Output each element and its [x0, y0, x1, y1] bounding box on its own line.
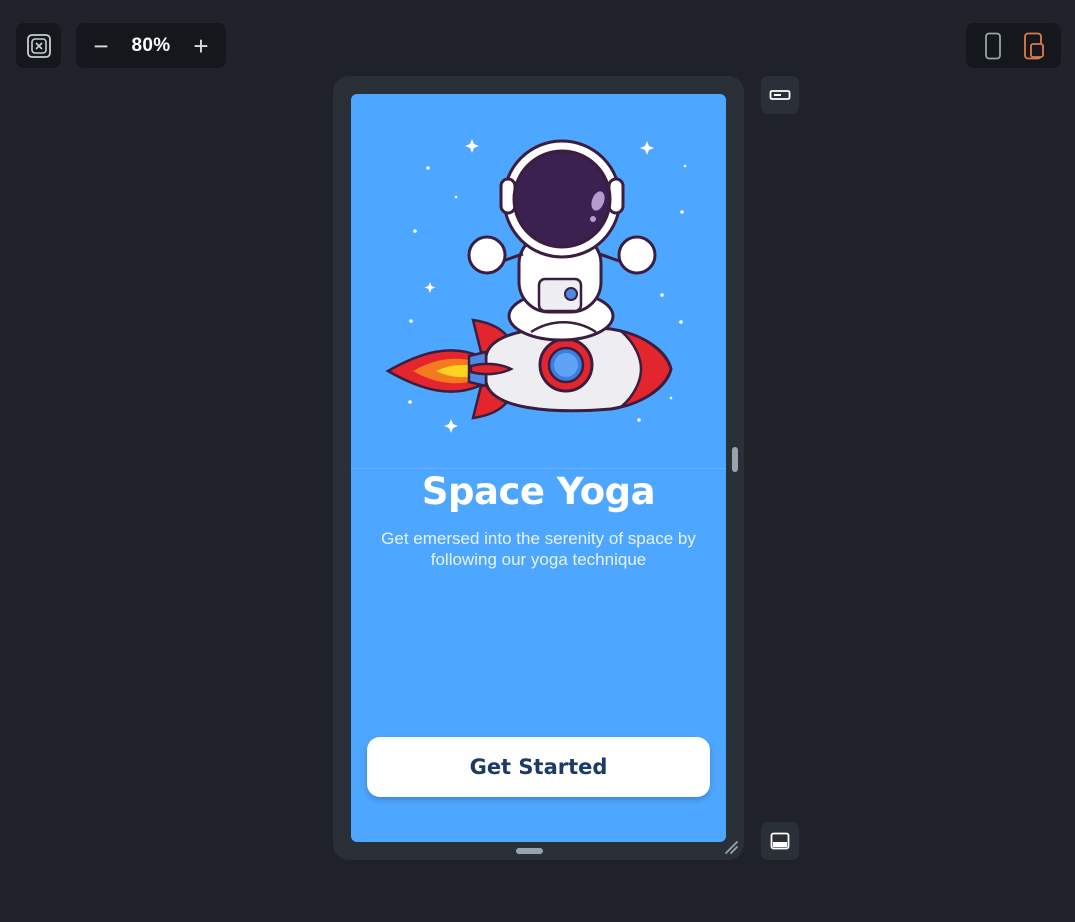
fit-screen-button[interactable] [16, 23, 61, 68]
tablet-icon [1024, 32, 1045, 59]
scroll-handle[interactable] [732, 447, 738, 472]
rotate-landscape-button[interactable] [761, 76, 799, 114]
device-switcher [966, 23, 1061, 68]
zoom-in-button[interactable]: + [186, 33, 216, 59]
keyboard-toggle-button[interactable] [761, 822, 799, 860]
zoom-level: 80% [131, 34, 171, 56]
keyboard-toggle-icon [770, 832, 790, 850]
device-phone-button[interactable] [975, 28, 1011, 64]
get-started-button[interactable]: Get Started [367, 737, 710, 797]
hero-divider [351, 468, 726, 469]
zoom-control: − 80% + [76, 23, 226, 68]
phone-icon [984, 32, 1001, 59]
device-tablet-button[interactable] [1016, 28, 1052, 64]
page-title: Space Yoga [421, 470, 656, 513]
astronaut-rocket-illustration [385, 139, 687, 433]
landscape-icon [769, 90, 791, 100]
app-screen: Space Yoga Get emersed into the serenity… [351, 94, 726, 842]
command-icon [26, 33, 51, 58]
page-subtitle: Get emersed into the serenity of space b… [381, 529, 696, 569]
resize-corner-icon[interactable] [722, 838, 740, 856]
resize-bottom-handle[interactable] [516, 848, 543, 854]
zoom-out-button[interactable]: − [86, 33, 116, 59]
